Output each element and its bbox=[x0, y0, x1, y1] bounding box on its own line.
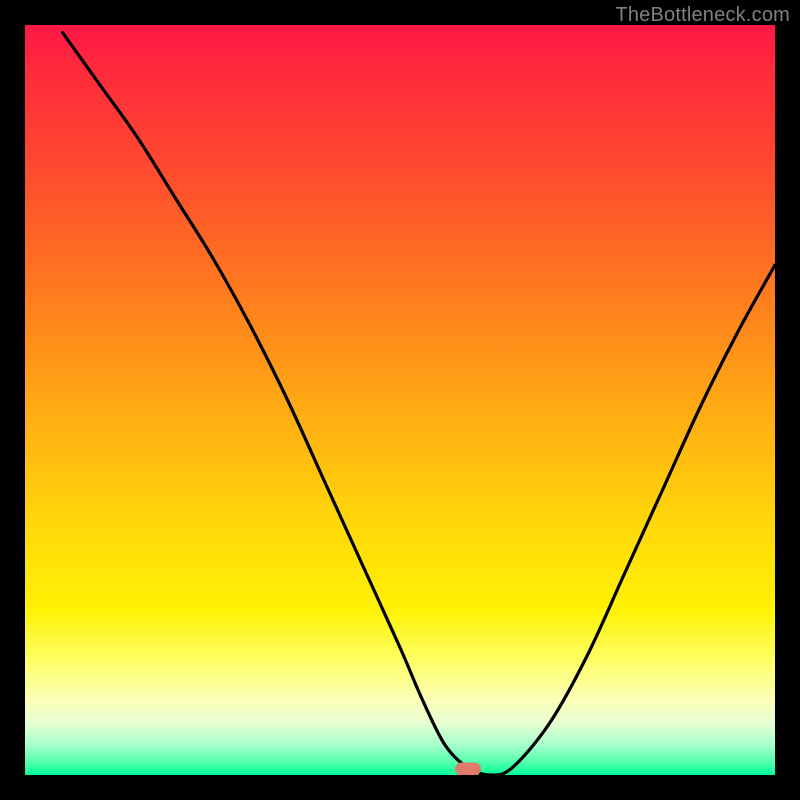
bottleneck-curve bbox=[25, 25, 775, 775]
optimal-marker bbox=[455, 763, 481, 776]
chart-frame: TheBottleneck.com bbox=[0, 0, 800, 800]
attribution-text: TheBottleneck.com bbox=[615, 4, 790, 27]
plot-area bbox=[25, 25, 775, 775]
